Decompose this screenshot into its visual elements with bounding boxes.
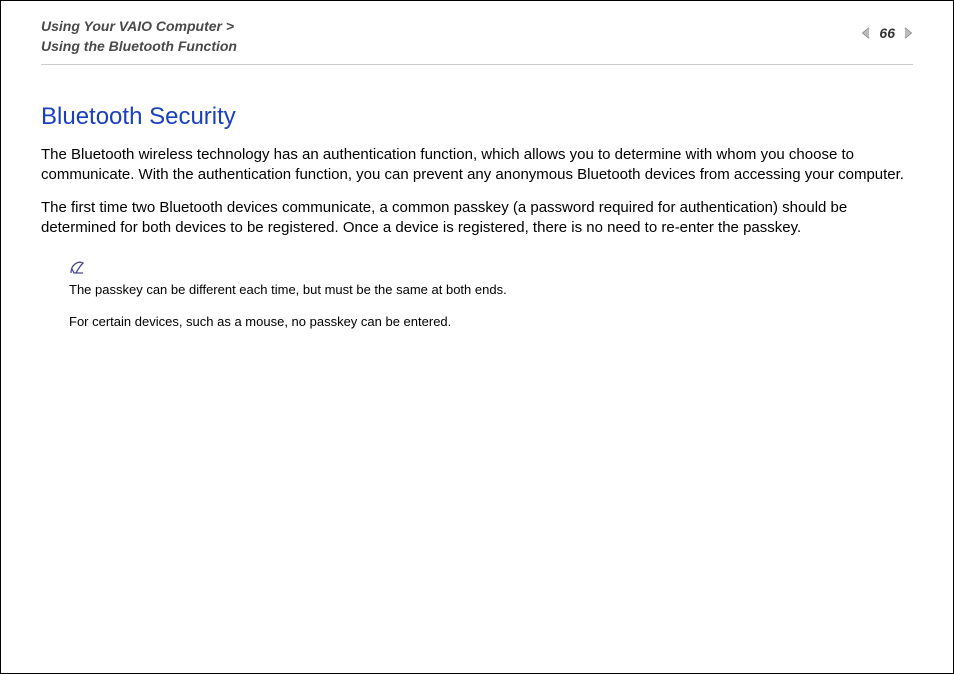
- note-text-1: The passkey can be different each time, …: [69, 281, 913, 299]
- page-header: Using Your VAIO Computer > Using the Blu…: [1, 1, 953, 64]
- chevron-left-icon: [861, 27, 873, 39]
- note-text-2: For certain devices, such as a mouse, no…: [69, 313, 913, 331]
- page-number: 66: [879, 25, 895, 41]
- chevron-right-icon: [901, 27, 913, 39]
- body-paragraph-2: The first time two Bluetooth devices com…: [41, 198, 913, 239]
- section-title: Bluetooth Security: [41, 103, 913, 131]
- breadcrumb: Using Your VAIO Computer > Using the Blu…: [41, 17, 237, 56]
- note-block: The passkey can be different each time, …: [69, 260, 913, 331]
- body-paragraph-1: The Bluetooth wireless technology has an…: [41, 145, 913, 186]
- prev-page-button[interactable]: [861, 27, 873, 39]
- next-page-button[interactable]: [901, 27, 913, 39]
- page-navigation: 66: [861, 25, 913, 41]
- main-content: Bluetooth Security The Bluetooth wireles…: [1, 65, 953, 331]
- breadcrumb-line2: Using the Bluetooth Function: [41, 37, 237, 57]
- note-icon: [69, 260, 913, 281]
- breadcrumb-line1: Using Your VAIO Computer >: [41, 17, 237, 37]
